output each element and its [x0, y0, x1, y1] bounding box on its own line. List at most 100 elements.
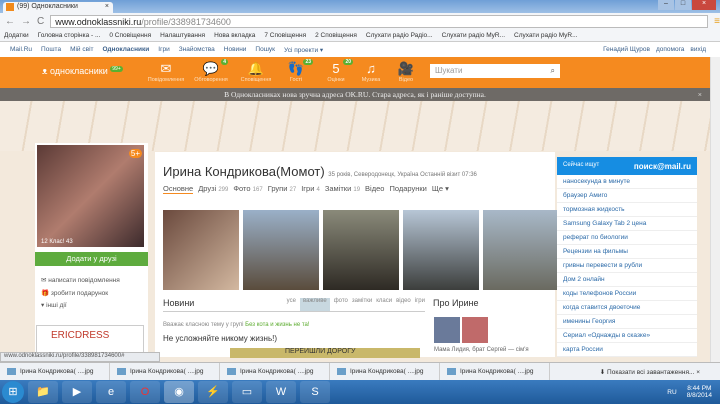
tab-video[interactable]: Відео [365, 184, 384, 194]
explorer-icon[interactable]: 📁 [28, 381, 58, 403]
ad-banner[interactable]: ERICDRESS [36, 325, 144, 355]
search-input[interactable]: Шукати ⌕ [430, 64, 560, 78]
nav-video[interactable]: 🎥 Відео [385, 60, 427, 83]
tab-main[interactable]: Основне [163, 184, 194, 194]
skype-icon[interactable]: S [300, 381, 330, 403]
bookmark[interactable]: Налаштування [160, 32, 205, 39]
relative-photo[interactable] [462, 317, 488, 343]
photo-thumbnail[interactable] [403, 210, 479, 290]
close-tab-icon[interactable]: × [105, 3, 109, 13]
search-suggestion[interactable]: тормозная жидкость [557, 203, 697, 217]
news-filter[interactable]: відео [396, 298, 411, 311]
download-item[interactable]: Ірина Кондрикова( ....jpg [0, 363, 110, 381]
tab-notes[interactable]: Замітки 19 [325, 184, 360, 194]
menu-icon[interactable]: ≡ [714, 16, 720, 27]
forward-icon[interactable]: → [21, 16, 31, 27]
portal-link[interactable]: Mail.Ru [10, 46, 32, 53]
tab-more[interactable]: Ще ▾ [432, 184, 449, 194]
bookmark[interactable]: Слухати радіо MyR... [442, 32, 505, 39]
bookmark[interactable]: 0 Сповіщення [109, 32, 151, 39]
maximize-button[interactable]: □ [675, 0, 691, 10]
search-suggestion[interactable]: коды телефонов России [557, 287, 697, 301]
download-item[interactable]: Ірина Кондрикова( ....jpg [220, 363, 330, 381]
download-item[interactable]: Ірина Кондрикова( ....jpg [110, 363, 220, 381]
news-filter[interactable]: фото [334, 298, 348, 311]
news-filter[interactable]: усе [287, 298, 296, 311]
portal-link[interactable]: Однокласники [103, 46, 150, 53]
tab-gifts[interactable]: Подарунки [389, 184, 426, 194]
show-all-downloads-link[interactable]: ⬇ Показати всі завантаження... × [600, 363, 720, 380]
bookmark[interactable]: Слухати радіо MyR... [514, 32, 577, 39]
nav-discussions[interactable]: 💬 Обговорення 4 [190, 59, 232, 83]
user-name-link[interactable]: Генадий Щуров [603, 46, 650, 53]
relative-photo[interactable] [434, 317, 460, 343]
send-message-link[interactable]: ✉ написати повідомлення [41, 276, 120, 284]
exit-link[interactable]: вихід [690, 46, 706, 53]
reload-icon[interactable]: C [37, 16, 44, 27]
opera-icon[interactable]: O [130, 381, 160, 403]
minimize-button[interactable]: – [658, 0, 674, 10]
portal-link[interactable]: Знайомства [179, 46, 215, 53]
group-link[interactable]: Без кота и жизнь не та! [245, 322, 309, 328]
scrollbar[interactable] [710, 57, 720, 362]
media-player-icon[interactable]: ▶ [62, 381, 92, 403]
bookmark[interactable]: Головна сторінка - ... [38, 32, 101, 39]
bookmark[interactable]: Додатки [4, 32, 29, 39]
search-suggestion[interactable]: Рецензии на фильмы [557, 245, 697, 259]
browser-tab[interactable]: (99) Однокласники × [3, 2, 113, 13]
search-suggestion[interactable]: реферат по биологии [557, 231, 697, 245]
chrome-icon[interactable]: ◉ [164, 381, 194, 403]
tab-groups[interactable]: Групи 27 [268, 184, 297, 194]
close-window-button[interactable]: × [692, 0, 716, 10]
search-suggestion[interactable]: гривны перевести в рубли [557, 259, 697, 273]
news-filter[interactable]: важливе [299, 298, 330, 311]
internet-explorer-icon[interactable]: e [96, 381, 126, 403]
back-icon[interactable]: ← [5, 16, 15, 27]
close-notice-icon[interactable]: × [698, 88, 702, 101]
add-friend-button[interactable]: Додати у друзі [35, 252, 148, 266]
search-icon[interactable]: ⌕ [551, 66, 555, 76]
portal-link[interactable]: Ігри [158, 46, 169, 53]
url-input[interactable]: www.odnoklassniki.ru/profile/33898173460… [50, 15, 709, 28]
photo-thumbnail[interactable] [163, 210, 239, 290]
nav-guests[interactable]: 👣 Гості 23 [275, 59, 317, 83]
post-image[interactable]: ПЕРЕЙШЛИ ДОРОГУ [230, 348, 420, 358]
ok-logo[interactable]: ᴥ однокласники 99+ [42, 66, 123, 76]
search-suggestion[interactable]: Дом 2 онлайн [557, 273, 697, 287]
send-gift-link[interactable]: 🎁 зробити подарунок [41, 289, 108, 297]
image-viewer-icon[interactable]: ▭ [232, 381, 262, 403]
download-item[interactable]: Ірина Кондрикова( ....jpg [330, 363, 440, 381]
widget-brand[interactable]: поиск@mail.ru [634, 162, 691, 171]
search-suggestion[interactable]: Сериал «Однажды в сказке» [557, 329, 697, 343]
search-suggestion[interactable]: Samsung Galaxy Tab 2 цена [557, 217, 697, 231]
avatar[interactable]: 5+ 12 Клас! 43 [37, 145, 144, 247]
nav-messages[interactable]: ✉ Повідомлення [145, 60, 187, 83]
bookmark[interactable]: Слухати радіо Радіо... [366, 32, 433, 39]
start-button[interactable]: ⊞ [2, 381, 24, 403]
clock[interactable]: 8:44 PM 8/8/2014 [687, 385, 712, 399]
bookmark[interactable]: 2 Сповіщення [315, 32, 357, 39]
portal-link[interactable]: Новини [224, 46, 247, 53]
photo-thumbnail[interactable] [323, 210, 399, 290]
portal-link[interactable]: Пошта [41, 46, 61, 53]
bookmark[interactable]: Нова вкладка [214, 32, 255, 39]
photo-thumbnail[interactable] [243, 210, 319, 290]
search-suggestion[interactable]: когда ставится двоеточие [557, 301, 697, 315]
portal-link[interactable]: Усі проекти ▾ [284, 46, 323, 54]
portal-link[interactable]: Мій світ [70, 46, 93, 53]
news-filter[interactable]: замітки [352, 298, 372, 311]
nav-notifications[interactable]: 🔔 Сповіщення [235, 60, 277, 83]
tab-friends[interactable]: Друзі 299 [198, 184, 228, 194]
download-item[interactable]: Ірина Кондрикова( ....jpg [440, 363, 550, 381]
download-manager-icon[interactable]: ⚡ [198, 381, 228, 403]
help-link[interactable]: допомога [656, 46, 684, 53]
bookmark[interactable]: 7 Сповіщення [264, 32, 306, 39]
tab-photos[interactable]: Фото 167 [233, 184, 262, 194]
search-suggestion[interactable]: браузер Амиго [557, 189, 697, 203]
tab-games[interactable]: Ігри 4 [301, 184, 320, 194]
portal-link[interactable]: Пошук [255, 46, 275, 53]
language-indicator[interactable]: RU [667, 389, 676, 396]
search-suggestion[interactable]: карта России [557, 343, 697, 357]
search-suggestion[interactable]: именины Георгия [557, 315, 697, 329]
photo-thumbnail[interactable] [483, 210, 559, 290]
